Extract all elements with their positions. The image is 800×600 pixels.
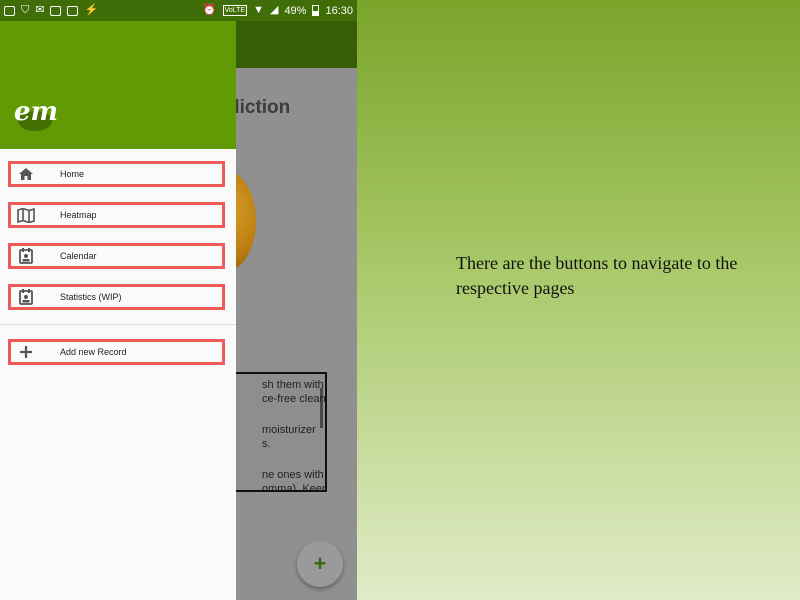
add-fab-button[interactable]: +	[297, 541, 343, 587]
stats-icon	[17, 289, 35, 305]
menu-divider	[0, 324, 236, 325]
navigation-drawer: em Home Heatmap Calendar Statistics (WIP…	[0, 21, 236, 600]
alarm-icon: ⏰	[202, 4, 217, 16]
phone-screen: ⛉ ✉ ⚡ ⏰ VoLTE ▼ ◢ 49% 16:30 diction sh t…	[0, 0, 357, 600]
background-app-scrim[interactable]: diction sh them with ce-free cleanser. m…	[196, 21, 357, 600]
text-line: ne ones with a	[262, 469, 327, 481]
menu-item-add-record[interactable]: Add new Record	[8, 339, 225, 365]
annotation-text: There are the buttons to navigate to the…	[456, 253, 738, 298]
gmail-icon: ✉	[35, 4, 45, 16]
background-toolbar	[236, 21, 357, 68]
calendar-icon	[17, 248, 35, 264]
status-bar: ⛉ ✉ ⚡ ⏰ VoLTE ▼ ◢ 49% 16:30	[0, 0, 357, 21]
app-icon	[50, 5, 62, 16]
menu-item-label: Heatmap	[60, 210, 97, 220]
text-line: omma). Keep	[262, 483, 327, 492]
menu-item-label: Add new Record	[60, 347, 127, 357]
drawer-header: em	[0, 21, 236, 149]
map-icon	[17, 207, 35, 223]
text-line: s.	[262, 438, 271, 450]
menu-item-label: Calendar	[60, 251, 97, 261]
background-title: diction	[228, 97, 291, 118]
menu-item-statistics[interactable]: Statistics (WIP)	[8, 284, 225, 310]
cart-icon: ⛉	[21, 4, 30, 16]
signal-icon: ◢	[269, 4, 279, 16]
text-line: sh them with	[262, 379, 324, 391]
menu-item-label: Statistics (WIP)	[60, 292, 122, 302]
menu-item-label: Home	[60, 169, 85, 179]
text-line: moisturizer	[262, 424, 316, 436]
message-icon	[4, 5, 15, 16]
wifi-icon: ▼	[253, 4, 264, 16]
text-line: ce-free cleanser.	[262, 393, 326, 405]
app-icon-2	[67, 5, 79, 16]
menu-item-home[interactable]: Home	[8, 161, 225, 187]
battery-icon	[312, 5, 320, 16]
volte-badge: VoLTE	[222, 5, 248, 16]
menu-item-calendar[interactable]: Calendar	[8, 243, 225, 269]
menu-item-heatmap[interactable]: Heatmap	[8, 202, 225, 228]
logo-text: em	[14, 97, 59, 127]
home-icon	[17, 166, 35, 182]
running-icon: ⚡	[84, 4, 99, 16]
battery-percent: 49%	[284, 4, 307, 17]
clock: 16:30	[325, 4, 353, 17]
plus-icon	[17, 344, 35, 360]
app-logo: em	[14, 97, 58, 135]
